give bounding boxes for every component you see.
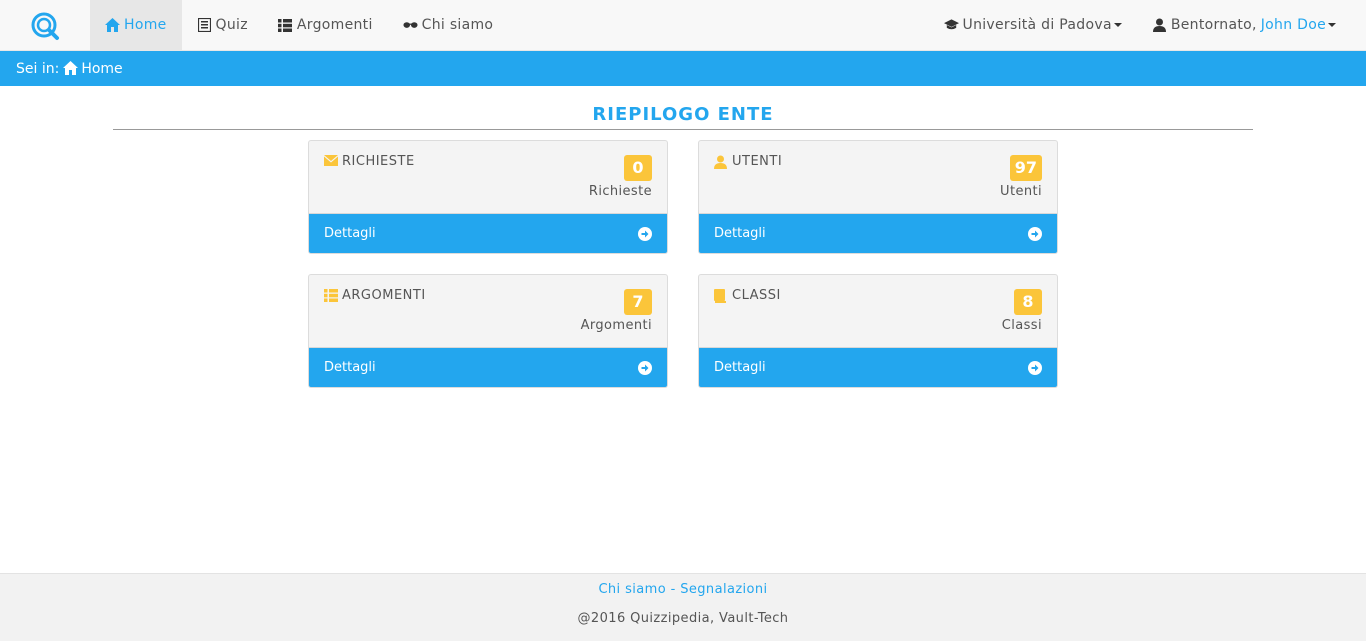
footer-link-segnalazioni[interactable]: Segnalazioni [680, 582, 767, 597]
top-navbar: Home Quiz Argomenti Chi siamo Università… [0, 0, 1366, 51]
details-link-argomenti[interactable]: Dettagli [309, 347, 667, 387]
list-alt-icon [197, 18, 212, 33]
institution-label: Università di Padova [962, 17, 1112, 33]
panel-subtitle: Argomenti [580, 318, 652, 333]
book-icon [714, 288, 728, 303]
panel-title: ARGOMENTI [324, 288, 426, 303]
nav-quiz-label: Quiz [215, 17, 248, 33]
logo-icon[interactable] [30, 11, 60, 41]
panel-subtitle: Classi [1001, 318, 1042, 333]
home-icon [105, 18, 120, 33]
details-label: Dettagli [324, 226, 376, 241]
th-list-icon [324, 288, 338, 303]
th-list-icon [278, 18, 293, 33]
nav-home-label: Home [124, 17, 167, 33]
arrow-circle-right-icon [1028, 360, 1042, 375]
nav-quiz[interactable]: Quiz [182, 0, 263, 50]
panel-header: RICHIESTE 0 Richieste [309, 141, 667, 213]
title-divider [113, 129, 1253, 130]
user-name: John Doe [1260, 17, 1326, 33]
panel-richieste: RICHIESTE 0 Richieste Dettagli [308, 140, 668, 254]
nav-chi-siamo-label: Chi siamo [421, 17, 494, 33]
count-badge: 0 [624, 155, 652, 181]
details-link-utenti[interactable]: Dettagli [699, 213, 1057, 253]
nav-home[interactable]: Home [90, 0, 182, 50]
page-footer: Chi siamo - Segnalazioni @2016 Quizziped… [0, 573, 1366, 641]
footer-link-chi-siamo[interactable]: Chi siamo [598, 582, 666, 597]
user-dropdown[interactable]: Bentornato, John Doe [1137, 0, 1351, 50]
breadcrumb-prefix: Sei in: [16, 60, 60, 77]
panel-subtitle: Utenti [1000, 184, 1042, 199]
details-label: Dettagli [324, 360, 376, 375]
panel-header: CLASSI 8 Classi [699, 275, 1057, 347]
count-badge: 7 [624, 289, 652, 315]
institution-dropdown[interactable]: Università di Padova [929, 0, 1137, 50]
panel-title-text: RICHIESTE [342, 154, 415, 169]
panel-header: ARGOMENTI 7 Argomenti [309, 275, 667, 347]
copyright-text: @2016 Quizzipedia, Vault-Tech [577, 611, 789, 626]
breadcrumb: Sei in: Home [0, 51, 1366, 86]
panel-title: CLASSI [714, 288, 781, 303]
details-label: Dettagli [714, 360, 766, 375]
nav-argomenti-label: Argomenti [296, 17, 373, 33]
sunglasses-icon [403, 18, 418, 33]
panel-utenti: UTENTI 97 Utenti Dettagli [698, 140, 1058, 254]
details-label: Dettagli [714, 226, 766, 241]
count-badge: 97 [1009, 155, 1042, 181]
panel-title: UTENTI [714, 154, 782, 169]
panel-subtitle: Richieste [588, 184, 652, 199]
count-badge: 8 [1014, 289, 1042, 315]
greeting-label: Bentornato, [1170, 17, 1257, 33]
home-icon [63, 61, 79, 76]
graduation-cap-icon [943, 18, 959, 33]
page-title: RIEPILOGO ENTE [592, 104, 774, 125]
user-icon [1152, 18, 1167, 33]
panel-title-text: ARGOMENTI [342, 288, 426, 303]
nav-argomenti[interactable]: Argomenti [263, 0, 388, 50]
arrow-circle-right-icon [638, 360, 652, 375]
breadcrumb-current[interactable]: Home [81, 61, 122, 77]
details-link-richieste[interactable]: Dettagli [309, 213, 667, 253]
panel-title-text: UTENTI [732, 154, 783, 169]
chevron-down-icon [1113, 23, 1122, 27]
envelope-icon [324, 154, 338, 169]
arrow-circle-right-icon [638, 226, 652, 241]
arrow-circle-right-icon [1028, 226, 1042, 241]
footer-links: Chi siamo - Segnalazioni [0, 582, 1366, 597]
footer-separator: - [666, 582, 681, 597]
panel-argomenti: ARGOMENTI 7 Argomenti Dettagli [308, 274, 668, 388]
details-link-classi[interactable]: Dettagli [699, 347, 1057, 387]
panel-title-text: CLASSI [732, 288, 781, 303]
panel-classi: CLASSI 8 Classi Dettagli [698, 274, 1058, 388]
nav-chi-siamo[interactable]: Chi siamo [388, 0, 509, 50]
panel-header: UTENTI 97 Utenti [699, 141, 1057, 213]
panel-title: RICHIESTE [324, 154, 415, 169]
chevron-down-icon [1328, 23, 1336, 27]
user-icon [714, 155, 728, 169]
